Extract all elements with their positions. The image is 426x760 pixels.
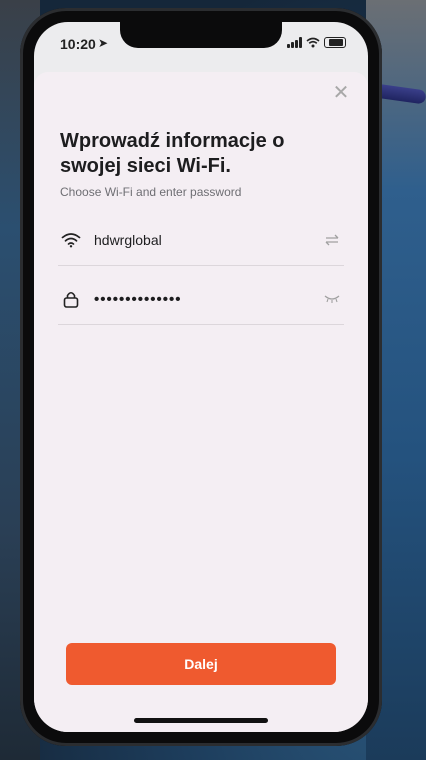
switch-arrows-icon[interactable] [320, 230, 344, 250]
next-button[interactable]: Dalej [66, 643, 336, 685]
cellular-signal-icon [287, 37, 302, 48]
background-scene: 10:20 ➤ ✕ Wprowadź informacje o swojej s… [0, 0, 426, 760]
wifi-icon [58, 230, 84, 250]
close-icon[interactable]: ✕ [330, 82, 352, 104]
wifi-setup-sheet: ✕ Wprowadź informacje o swojej sieci Wi-… [34, 72, 368, 732]
page-subtitle: Choose Wi-Fi and enter password [60, 185, 242, 199]
lock-icon [58, 289, 84, 309]
location-arrow-icon: ➤ [98, 36, 109, 50]
page-title: Wprowadź informacje o swojej sieci Wi-Fi… [60, 130, 285, 177]
password-field[interactable]: •••••••••••••• [58, 274, 344, 325]
wifi-status-icon [306, 37, 320, 48]
password-input[interactable]: •••••••••••••• [94, 291, 320, 308]
wifi-network-field[interactable]: hdwrglobal [58, 215, 344, 266]
status-time: 10:20 [60, 36, 96, 52]
battery-icon [324, 37, 346, 48]
phone-frame: 10:20 ➤ ✕ Wprowadź informacje o swojej s… [20, 8, 382, 746]
home-indicator[interactable] [134, 718, 268, 723]
eye-closed-icon[interactable] [320, 289, 344, 309]
status-indicators [287, 37, 346, 48]
phone-screen: 10:20 ➤ ✕ Wprowadź informacje o swojej s… [34, 22, 368, 732]
wifi-network-name: hdwrglobal [94, 232, 162, 248]
phone-notch [120, 22, 282, 48]
